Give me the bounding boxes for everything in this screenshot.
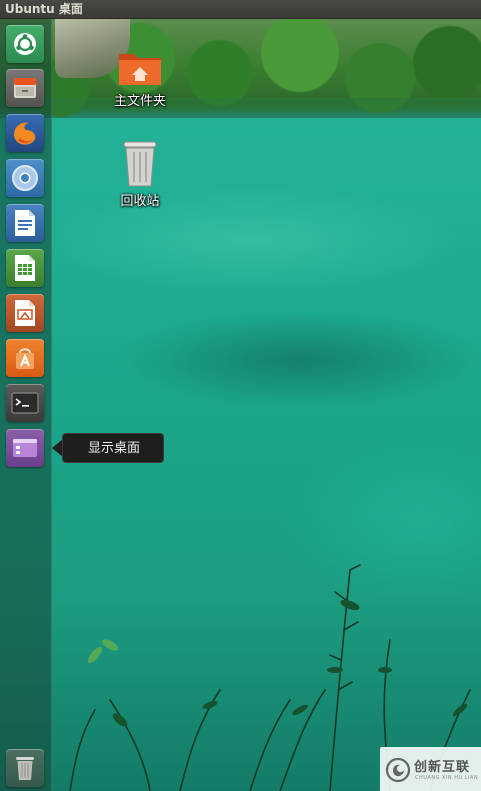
launcher-item-writer[interactable] xyxy=(6,204,44,242)
launcher-item-files[interactable] xyxy=(6,69,44,107)
tooltip-text: 显示桌面 xyxy=(87,441,140,456)
watermark: 创新互联 CHUANG XIN HU LIAN xyxy=(380,747,481,791)
launcher-tooltip: 显示桌面 xyxy=(48,433,164,463)
shopping-bag-icon xyxy=(16,348,34,369)
launcher-item-dash-home[interactable] xyxy=(6,25,44,63)
firefox-icon xyxy=(13,121,37,145)
desktop-icon-label: 主文件夹 xyxy=(113,94,166,109)
launcher-item-chromium[interactable] xyxy=(6,159,44,197)
launcher xyxy=(0,19,52,791)
launcher-item-trash[interactable] xyxy=(6,749,44,787)
launcher-item-show-desktop[interactable] xyxy=(6,429,44,467)
watermark-text: 创新互联 xyxy=(414,760,471,775)
show-desktop-icon xyxy=(13,439,37,457)
desktop-icon-home-folder[interactable]: 主文件夹 xyxy=(100,48,180,110)
chromium-icon xyxy=(12,165,38,191)
launcher-item-software-center[interactable] xyxy=(6,339,44,377)
wallpaper-shoreline xyxy=(0,98,481,120)
terminal-icon xyxy=(11,392,39,414)
tooltip-body: 显示桌面 xyxy=(62,433,164,463)
calc-spreadsheet-icon xyxy=(15,255,35,281)
panel-title: Ubuntu 桌面 xyxy=(5,2,83,16)
launcher-item-firefox[interactable] xyxy=(6,114,44,152)
launcher-item-calc[interactable] xyxy=(6,249,44,287)
trash-icon xyxy=(123,141,157,187)
desktop-screen: Ubuntu 桌面 显示桌面 主文件夹 回收站 创新互联 CHUANG XIN … xyxy=(0,0,481,791)
watermark-subtext: CHUANG XIN HU LIAN xyxy=(415,775,479,781)
desktop-icon-label: 回收站 xyxy=(120,194,160,209)
desktop-icon-trash[interactable]: 回收站 xyxy=(100,140,180,210)
launcher-item-terminal[interactable] xyxy=(6,384,44,422)
ubuntu-logo-icon xyxy=(14,33,36,55)
writer-document-icon xyxy=(15,210,35,236)
file-cabinet-icon xyxy=(14,78,36,98)
launcher-item-impress[interactable] xyxy=(6,294,44,332)
trash-icon xyxy=(16,757,34,780)
top-panel: Ubuntu 桌面 xyxy=(0,0,481,19)
impress-presentation-icon xyxy=(15,300,35,326)
home-folder-icon xyxy=(119,54,161,85)
watermark-logo-icon xyxy=(385,757,411,783)
